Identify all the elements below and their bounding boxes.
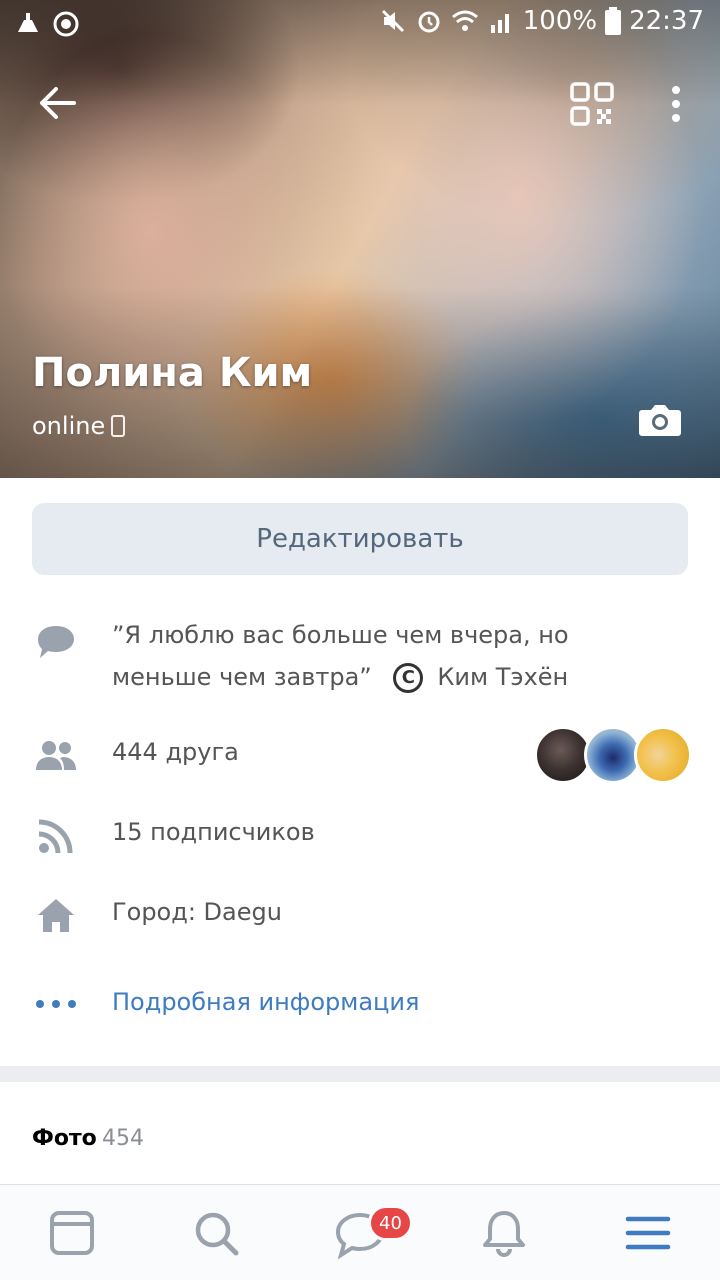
signal-icon: [490, 14, 509, 33]
copyright-icon: C: [393, 663, 424, 693]
friends-icon: [36, 741, 76, 770]
bottom-navigation: 40: [0, 1184, 720, 1280]
shield-app-icon: [53, 11, 79, 37]
status-right: 100% 22:37: [379, 6, 704, 36]
bell-icon[interactable]: [476, 1205, 532, 1261]
clock: 22:37: [629, 6, 704, 36]
photos-count: 454: [102, 1126, 144, 1151]
online-label: online: [32, 412, 106, 440]
friends-avatars[interactable]: [534, 726, 692, 784]
news-feed-icon[interactable]: [44, 1205, 100, 1261]
messages-badge: 40: [368, 1205, 413, 1241]
wifi-icon: [451, 10, 478, 31]
battery-percent: 100%: [522, 6, 598, 36]
mute-icon: [381, 9, 404, 33]
followers-row[interactable]: 15 подписчиков: [0, 814, 720, 864]
city-row: Город: Daegu: [0, 894, 720, 944]
back-arrow-icon[interactable]: [34, 80, 80, 126]
qr-code-icon[interactable]: [570, 82, 614, 126]
status-bar: 100% 22:37: [0, 0, 720, 48]
photos-section[interactable]: Фото 454: [0, 1082, 720, 1192]
camera-icon[interactable]: [638, 402, 682, 438]
rss-followers-icon: [38, 819, 73, 854]
status-left-icons: [14, 10, 80, 38]
friends-count: 444 друга: [112, 738, 239, 766]
edit-profile-button[interactable]: Редактировать: [32, 503, 688, 575]
more-info-row[interactable]: Подробная информация: [0, 982, 720, 1032]
status-author: Ким Тэхён: [437, 663, 569, 691]
home-icon: [38, 899, 74, 932]
battery-icon: [605, 7, 622, 35]
mobile-phone-icon: [111, 415, 126, 437]
alarm-icon: [418, 11, 440, 33]
search-icon[interactable]: [188, 1205, 244, 1261]
profile-name: Полина Ким: [32, 350, 313, 396]
profile-info-card: Редактировать ”Я люблю вас больше чем вч…: [0, 478, 720, 1066]
more-dots-icon: [36, 1000, 76, 1008]
more-info-link[interactable]: Подробная информация: [112, 988, 419, 1016]
status-text: ”Я люблю вас больше чем вчера, но меньше…: [112, 614, 652, 698]
profile-cover: 100% 22:37 Полина Ким online: [0, 0, 720, 478]
online-status: online: [32, 412, 126, 440]
city-text: Город: Daegu: [112, 898, 282, 926]
friend-avatar[interactable]: [634, 726, 692, 784]
speech-bubble-icon: [38, 626, 74, 658]
photos-title: Фото: [32, 1126, 97, 1151]
cleaner-icon: [18, 13, 38, 32]
menu-hamburger-icon[interactable]: [620, 1205, 676, 1261]
more-vertical-icon[interactable]: [664, 82, 688, 126]
followers-count: 15 подписчиков: [112, 818, 315, 846]
cover-shade: [0, 0, 720, 478]
